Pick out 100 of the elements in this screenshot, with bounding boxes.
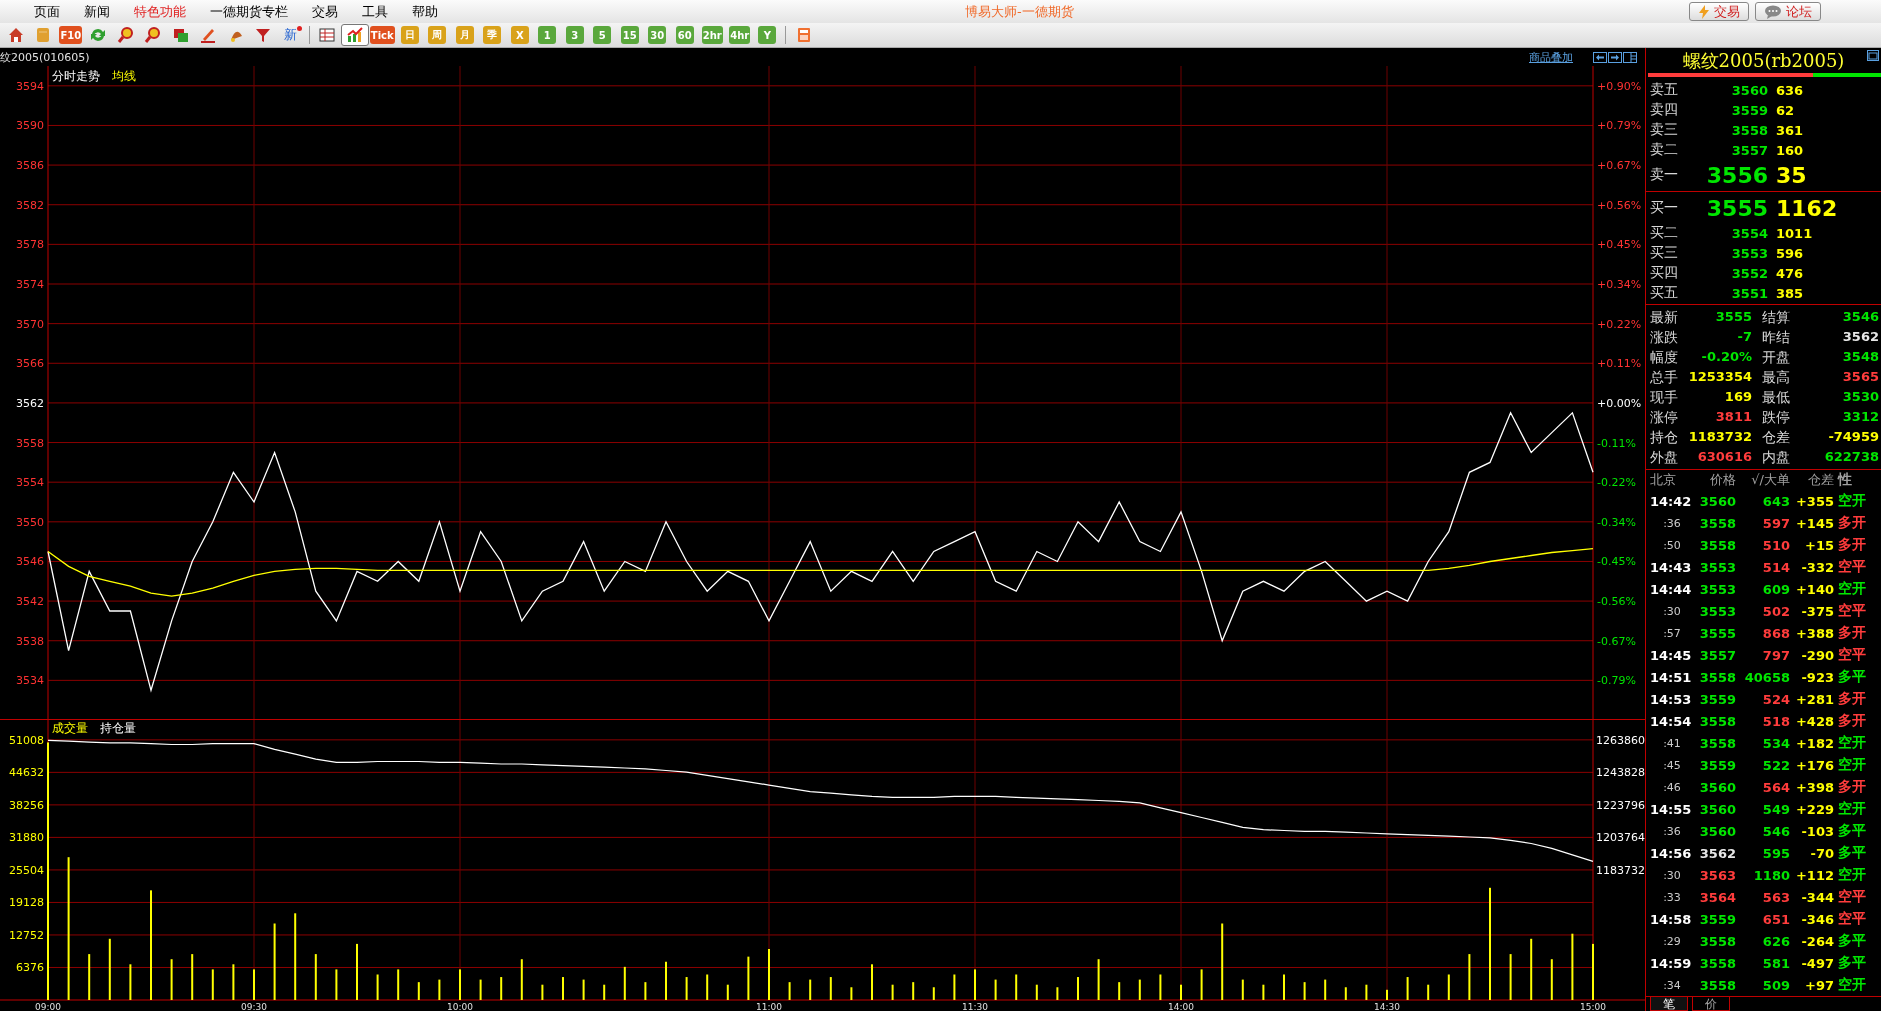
trade-price: 3558 <box>1698 955 1736 971</box>
ask-volume: 62 <box>1775 102 1795 118</box>
menu-item[interactable]: 帮助 <box>400 2 450 21</box>
toolbar-button[interactable]: 日 <box>400 26 419 44</box>
volume-bar <box>500 977 503 1000</box>
volume-bar <box>809 979 812 1000</box>
menu-item[interactable]: 特色功能 <box>122 2 198 21</box>
menu-item[interactable]: 交易 <box>300 2 350 21</box>
refresh-icon[interactable] <box>89 26 108 44</box>
line-chart-icon[interactable] <box>345 26 364 44</box>
trade-volume: 534 <box>1761 735 1790 751</box>
volume-bar <box>1035 984 1038 1000</box>
trade-time: :33 <box>1662 890 1682 904</box>
axis-label: 6376 <box>16 961 44 975</box>
toolbar-button[interactable]: 4hr <box>729 26 751 44</box>
toolbar-button[interactable]: 月 <box>455 26 474 44</box>
toolbar-button[interactable]: 15 <box>620 26 639 44</box>
axis-label: 1183732 <box>1596 863 1645 877</box>
trade-time: 14:43 <box>1650 559 1693 575</box>
right-arrow-icon[interactable] <box>1608 51 1622 63</box>
toolbar-button[interactable]: 60 <box>675 26 694 44</box>
bid-price: 3552 <box>1730 265 1768 281</box>
toolbar-button[interactable]: 周 <box>428 26 447 44</box>
trade-type: 多开 <box>1837 536 1867 554</box>
axis-label: 3558 <box>16 436 44 450</box>
bid-volume: 476 <box>1775 265 1804 281</box>
toolbar-button[interactable]: Tick <box>369 26 395 44</box>
trade-price: 3559 <box>1698 911 1736 927</box>
axis-label: +0.79% <box>1597 119 1642 133</box>
volume-bar <box>1550 959 1553 1000</box>
toolbar-button[interactable]: 新 <box>277 24 305 46</box>
level-label: 买二 <box>1649 224 1679 242</box>
volume-bar <box>788 982 791 1000</box>
trade-price: 3564 <box>1698 889 1736 905</box>
trade-type: 多平 <box>1837 668 1867 686</box>
volume-bar <box>891 984 894 1000</box>
level-label: 买四 <box>1649 264 1679 282</box>
left-arrow-icon[interactable] <box>1593 51 1607 63</box>
menu-item[interactable]: 工具 <box>350 2 400 21</box>
trade-volume: 518 <box>1761 713 1790 729</box>
trade-type: 多平 <box>1837 844 1867 862</box>
level-label: 买五 <box>1649 284 1679 302</box>
open-interest-change: -497 <box>1800 955 1834 971</box>
tab[interactable]: 价 <box>1692 997 1730 1011</box>
toolbar-button[interactable]: 1 <box>538 26 557 44</box>
axis-label: 3586 <box>16 159 44 173</box>
ask-price: 3559 <box>1730 102 1768 118</box>
trade-time: :46 <box>1662 780 1682 794</box>
table-icon[interactable] <box>318 26 337 44</box>
axis-label: 3566 <box>16 357 44 371</box>
toolbar-button[interactable]: 交易 <box>1689 2 1749 21</box>
toolbar-button[interactable]: X <box>510 26 529 44</box>
axis-label: 3554 <box>16 476 44 490</box>
legend-label: 持仓量 <box>100 721 136 735</box>
trade-type: 空开 <box>1837 734 1867 752</box>
open-interest-change: +182 <box>1794 735 1834 751</box>
window-icon[interactable] <box>1867 50 1879 61</box>
toolbar-button[interactable]: Y <box>758 26 777 44</box>
toolbar-button[interactable]: 2hr <box>701 26 723 44</box>
stat-label: 现手 <box>1650 388 1679 407</box>
volume-bar <box>129 964 132 1000</box>
toolbar-button[interactable]: 季 <box>483 26 502 44</box>
volume-bar <box>1015 974 1018 1000</box>
filter-icon[interactable] <box>254 26 273 44</box>
windows-icon[interactable] <box>171 26 190 44</box>
bid-price: 3554 <box>1730 225 1768 241</box>
volume-bar <box>108 938 111 1000</box>
pencil-icon[interactable] <box>199 26 218 44</box>
menu-item[interactable]: 页面 <box>22 2 72 21</box>
trade-type: 空开 <box>1837 492 1867 510</box>
trade-volume: 626 <box>1761 933 1790 949</box>
volume-bar <box>932 987 935 1000</box>
trade-type: 空开 <box>1837 866 1867 884</box>
trade-time: :50 <box>1662 538 1682 552</box>
trade-type: 多开 <box>1837 712 1867 730</box>
trade-type: 空开 <box>1837 580 1867 598</box>
menu-item[interactable]: 一德期货专栏 <box>198 2 300 21</box>
ask-price: 3558 <box>1730 122 1768 138</box>
volume-bar <box>747 956 750 1000</box>
trade-price: 3559 <box>1698 691 1736 707</box>
stat-value: 3811 <box>1714 408 1753 426</box>
toolbar-button[interactable]: 5 <box>593 26 612 44</box>
axis-label: 12752 <box>9 928 44 942</box>
toolbar-button[interactable]: F10 <box>59 26 83 44</box>
stat-value: 3312 <box>1841 408 1880 426</box>
trade-type: 空平 <box>1837 646 1867 664</box>
toolbar-button[interactable]: 3 <box>565 26 584 44</box>
stat-value: -0.20% <box>1700 348 1753 366</box>
trade-price: 3562 <box>1698 845 1736 861</box>
open-interest-change: +145 <box>1794 515 1834 531</box>
axis-label: 38256 <box>9 798 44 812</box>
tab[interactable]: 笔 <box>1650 997 1688 1011</box>
toolbar-button[interactable]: 30 <box>648 26 667 44</box>
panel-icon[interactable] <box>1623 51 1637 63</box>
overlay-link[interactable]: 商品叠加 <box>1529 49 1573 65</box>
trade-volume: 524 <box>1761 691 1790 707</box>
menu-item[interactable]: 新闻 <box>72 2 122 21</box>
toolbar-button[interactable]: 论坛 <box>1755 2 1821 21</box>
stat-value: 1253354 <box>1687 368 1753 386</box>
ask-price: 3560 <box>1730 82 1768 98</box>
